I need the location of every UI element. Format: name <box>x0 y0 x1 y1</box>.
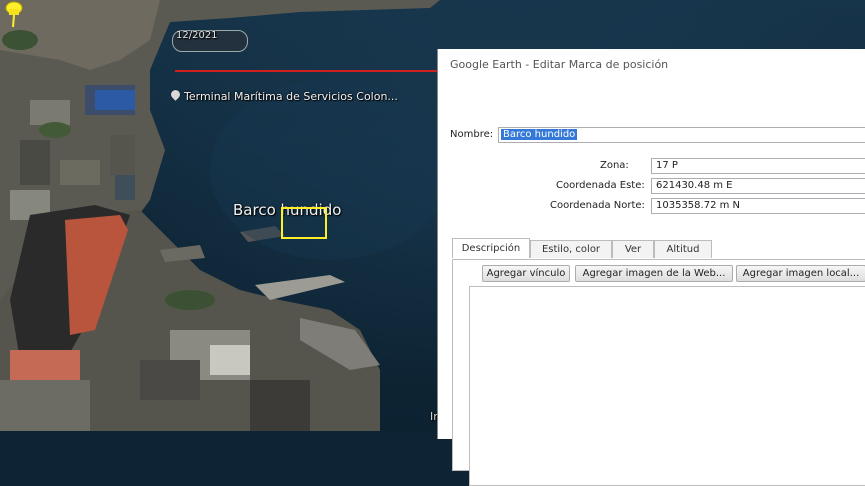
tab-altitud[interactable]: Altitud <box>654 240 712 258</box>
descripcion-panel: Agregar vínculo Agregar imagen de la Web… <box>452 259 865 486</box>
add-web-image-button[interactable]: Agregar imagen de la Web... <box>575 265 733 282</box>
coordenada-norte-field[interactable]: 1035358.72 m N <box>651 198 865 214</box>
pushpin-icon[interactable] <box>0 0 26 30</box>
tab-descripcion[interactable]: Descripción <box>452 238 530 258</box>
add-link-button[interactable]: Agregar vínculo <box>482 265 570 282</box>
placemark-selection-box <box>281 207 327 239</box>
zona-label: Zona: <box>600 160 629 171</box>
description-textarea[interactable] <box>469 286 865 486</box>
norte-label: Coordenada Norte: <box>550 200 645 211</box>
norte-value: 1035358.72 m N <box>656 200 741 211</box>
este-value: 621430.48 m E <box>656 180 733 191</box>
zona-field[interactable]: 17 P <box>651 158 865 174</box>
tab-label: Altitud <box>666 244 700 255</box>
name-label: Nombre: <box>450 129 494 140</box>
add-local-image-button[interactable]: Agregar imagen local... <box>736 265 865 282</box>
name-field[interactable]: Barco hundido <box>498 127 865 143</box>
edit-placemark-dialog: Google Earth - Editar Marca de posición … <box>437 49 865 486</box>
tab-label: Ver <box>624 244 642 255</box>
imagery-date: 12/2021 <box>176 30 218 41</box>
terminal-label[interactable]: Terminal Marítima de Servicios Colon... <box>184 90 398 103</box>
dialog-title: Google Earth - Editar Marca de posición <box>450 58 669 71</box>
coordenada-este-field[interactable]: 621430.48 m E <box>651 178 865 194</box>
tab-label: Estilo, color <box>541 244 601 255</box>
tab-estilo-color[interactable]: Estilo, color <box>530 240 612 258</box>
dialog-title-bar[interactable]: Google Earth - Editar Marca de posición <box>438 49 865 83</box>
este-label: Coordenada Este: <box>556 180 645 191</box>
tab-ver[interactable]: Ver <box>612 240 654 258</box>
tab-label: Descripción <box>461 243 521 254</box>
zona-value: 17 P <box>656 160 678 171</box>
name-value: Barco hundido <box>501 129 578 140</box>
dialog-body: Nombre: Barco hundido Zona: 17 P Coorden… <box>438 82 865 486</box>
